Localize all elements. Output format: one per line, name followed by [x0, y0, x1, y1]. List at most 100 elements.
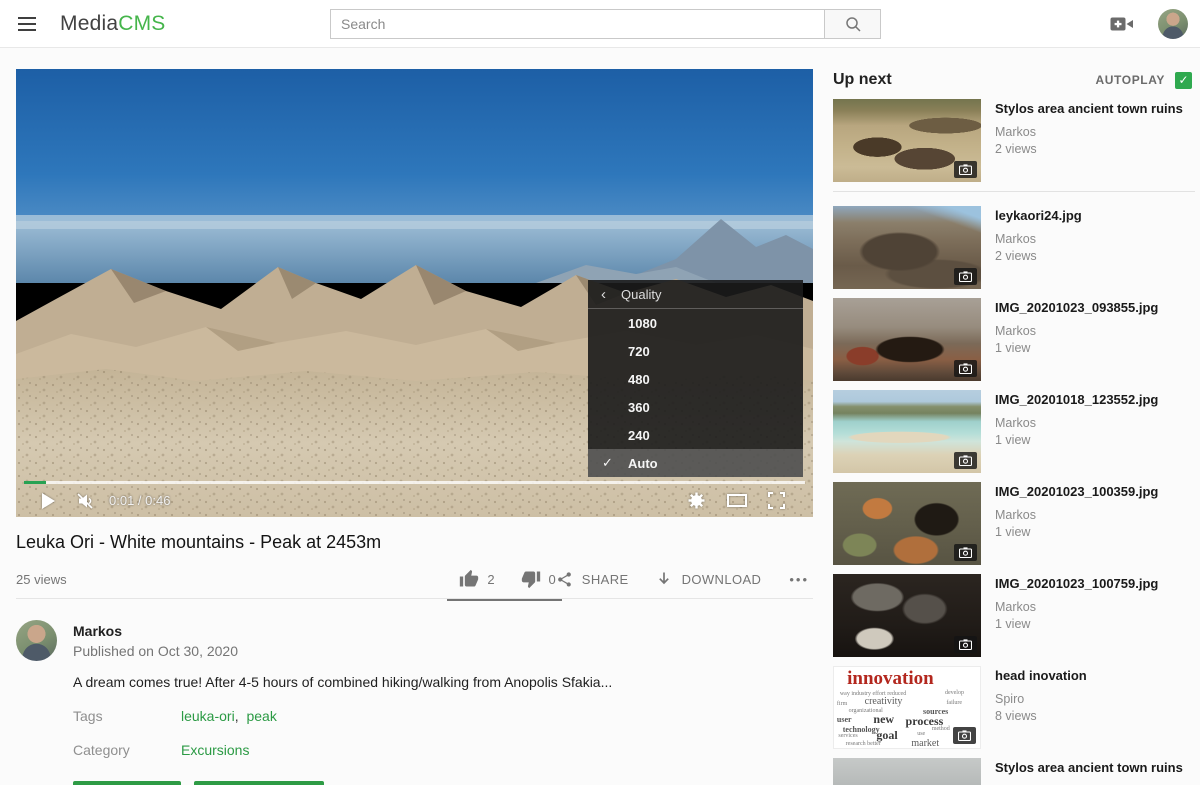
quality-option[interactable]: 1080	[588, 309, 803, 337]
autoplay-label: AUTOPLAY	[1096, 73, 1165, 87]
up-next-item-author: Markos	[995, 232, 1082, 246]
video-thumbnail[interactable]: innovationway industry effort reduceddev…	[833, 666, 981, 749]
download-icon	[655, 570, 673, 588]
delete-media-button[interactable]: DELETE MEDIA	[194, 781, 323, 785]
video-thumbnail[interactable]	[833, 390, 981, 473]
quality-menu-header[interactable]: ‹ Quality	[588, 280, 803, 309]
quality-option[interactable]: 480	[588, 365, 803, 393]
quality-menu-title: Quality	[621, 287, 661, 302]
search-icon	[844, 15, 862, 33]
camera-badge-icon	[954, 544, 977, 561]
video-thumbnail[interactable]	[833, 206, 981, 289]
thumbs-up-icon	[459, 569, 479, 589]
action-bar: 2 0	[459, 569, 813, 589]
share-icon	[556, 571, 573, 588]
wordcloud-word: innovation	[847, 669, 934, 688]
video-player[interactable]: ‹ Quality 1080720480360240✓Auto 0:01 /	[16, 69, 813, 517]
video-thumbnail[interactable]	[833, 298, 981, 381]
up-next-item-info: Stylos area ancient town ruins	[995, 758, 1183, 785]
tag-link[interactable]: peak	[246, 708, 276, 724]
up-next-item[interactable]: IMG_20201018_123552.jpg Markos 1 view	[833, 390, 1195, 473]
video-thumbnail[interactable]	[833, 99, 981, 182]
camera-badge-icon	[954, 452, 977, 469]
up-next-item-views: 2 views	[995, 249, 1082, 263]
wordcloud-word: user	[837, 716, 852, 724]
up-next-item-author: Markos	[995, 416, 1158, 430]
up-next-item[interactable]: Stylos area ancient town ruinsMarkos2 vi…	[833, 99, 1195, 182]
fullscreen-icon[interactable]	[768, 492, 785, 509]
header-actions	[1110, 9, 1200, 39]
hamburger-menu-icon[interactable]	[18, 13, 38, 35]
quality-option[interactable]: 360	[588, 393, 803, 421]
dislike-button[interactable]: 0	[521, 569, 556, 589]
share-button[interactable]: SHARE	[556, 571, 629, 588]
theater-mode-icon[interactable]	[727, 494, 747, 507]
wordcloud-word: market	[911, 739, 939, 749]
upload-media-icon[interactable]	[1110, 15, 1134, 33]
author-avatar[interactable]	[16, 620, 57, 661]
download-button[interactable]: DOWNLOAD	[655, 570, 762, 588]
video-thumbnail[interactable]	[833, 758, 981, 785]
autoplay-checkbox[interactable]: ✓	[1175, 72, 1192, 89]
edit-media-button[interactable]: EDIT MEDIA	[73, 781, 181, 785]
mute-icon[interactable]	[75, 491, 95, 511]
up-next-item[interactable]: IMG_20201023_093855.jpgMarkos1 view	[833, 298, 1195, 381]
dislike-count: 0	[549, 572, 556, 587]
logo-text-media: Media	[60, 12, 118, 35]
video-thumbnail[interactable]	[833, 482, 981, 565]
camera-badge-icon	[954, 161, 977, 178]
up-next-item[interactable]: innovationway industry effort reduceddev…	[833, 666, 1195, 749]
thumbs-down-icon	[521, 569, 541, 589]
author-name[interactable]: Markos	[73, 623, 238, 639]
up-next-item-title[interactable]: IMG_20201023_100759.jpg	[995, 576, 1158, 593]
camera-badge-icon	[954, 268, 977, 285]
sidebar-divider	[833, 191, 1195, 192]
up-next-item-views: 1 view	[995, 433, 1158, 447]
quality-option[interactable]: 240	[588, 421, 803, 449]
wordcloud-word: failure	[946, 700, 962, 706]
up-next-item-title[interactable]: head inovation	[995, 668, 1087, 685]
wordcloud-word: services	[838, 733, 857, 739]
wordcloud-word: use	[917, 731, 925, 737]
app-logo[interactable]: MediaCMS	[60, 12, 165, 36]
search-bar	[330, 9, 881, 39]
up-next-item-title[interactable]: leykaori24.jpg	[995, 208, 1082, 225]
up-next-item[interactable]: IMG_20201023_100359.jpgMarkos1 view	[833, 482, 1195, 565]
quality-option[interactable]: ✓Auto	[588, 449, 803, 477]
search-input[interactable]	[330, 9, 825, 39]
up-next-item[interactable]: Stylos area ancient town ruins	[833, 758, 1195, 785]
up-next-item-author: Spiro	[995, 692, 1087, 706]
video-thumbnail[interactable]	[833, 574, 981, 657]
category-link[interactable]: Excursions	[181, 742, 249, 758]
logo-text-cms: CMS	[118, 12, 165, 35]
video-description: A dream comes true! After 4-5 hours of c…	[73, 674, 813, 690]
play-button[interactable]	[42, 493, 55, 509]
up-next-item[interactable]: leykaori24.jpg Markos 2 views	[833, 206, 1195, 289]
quality-option-label: Auto	[628, 456, 658, 471]
wordcloud-word: develop	[945, 690, 964, 696]
up-next-item-title[interactable]: Stylos area ancient town ruins	[995, 760, 1183, 777]
like-count: 2	[487, 572, 494, 587]
up-next-item-info: IMG_20201023_100759.jpgMarkos1 view	[995, 574, 1158, 657]
up-next-item-views: 1 view	[995, 525, 1158, 539]
time-display: 0:01 / 0:46	[109, 493, 170, 508]
checkmark-icon: ✓	[1178, 73, 1188, 87]
up-next-item-title[interactable]: IMG_20201023_093855.jpg	[995, 300, 1158, 317]
settings-gear-icon[interactable]	[687, 491, 706, 510]
like-button[interactable]: 2	[459, 569, 494, 589]
search-button[interactable]	[825, 9, 881, 39]
category-label: Category	[73, 742, 181, 758]
quality-option[interactable]: 720	[588, 337, 803, 365]
up-next-item-title[interactable]: IMG_20201018_123552.jpg	[995, 392, 1158, 409]
more-actions-button[interactable]: •••	[789, 572, 809, 587]
up-next-item-views: 1 view	[995, 341, 1158, 355]
up-next-item-title[interactable]: IMG_20201023_100359.jpg	[995, 484, 1158, 501]
up-next-item[interactable]: IMG_20201023_100759.jpgMarkos1 view	[833, 574, 1195, 657]
user-avatar[interactable]	[1158, 9, 1188, 39]
tag-link[interactable]: leuka-ori	[181, 708, 235, 724]
up-next-item-title[interactable]: Stylos area ancient town ruins	[995, 101, 1183, 118]
quality-option-label: 360	[628, 400, 650, 415]
wordcloud-word: creativity	[865, 697, 903, 707]
category-row: Category Excursions	[73, 742, 813, 758]
tags-row: Tags leuka-ori, peak	[73, 708, 813, 724]
